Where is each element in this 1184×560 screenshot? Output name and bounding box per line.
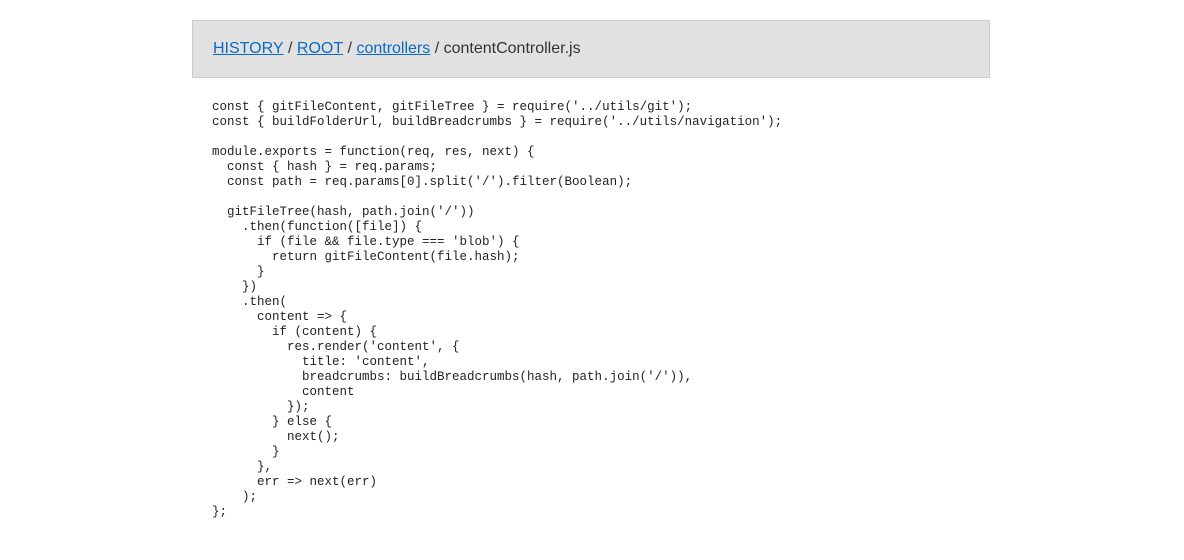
code-line: ); [212,490,258,504]
code-line: content => { [212,310,348,324]
code-line: .then( [212,295,288,309]
code-line: return gitFileContent(file.hash); [212,250,520,264]
code-line: gitFileTree(hash, path.join('/')) [212,205,475,219]
code-line: }, [212,460,273,474]
code-line: module.exports = function(req, res, next… [212,145,535,159]
breadcrumb: HISTORY / ROOT / controllers / contentCo… [192,20,990,78]
breadcrumb-separator: / [343,40,357,57]
code-line: }) [212,280,258,294]
code-line: title: 'content', [212,355,430,369]
breadcrumb-link-history[interactable]: HISTORY [213,40,284,58]
code-line: res.render('content', { [212,340,460,354]
code-line: const { buildFolderUrl, buildBreadcrumbs… [212,115,783,129]
code-line: err => next(err) [212,475,378,489]
breadcrumb-link-controllers[interactable]: controllers [356,40,430,58]
code-line: .then(function([file]) { [212,220,423,234]
file-content-code: const { gitFileContent, gitFileTree } = … [212,100,782,520]
code-line: const path = req.params[0].split('/').fi… [212,175,633,189]
breadcrumb-separator: / [430,40,444,57]
code-line: const { hash } = req.params; [212,160,438,174]
code-line: next(); [212,430,340,444]
breadcrumb-separator: / [283,40,297,57]
code-line: if (content) { [212,325,378,339]
code-line: } else { [212,415,333,429]
code-line: const { gitFileContent, gitFileTree } = … [212,100,693,114]
breadcrumb-link-root[interactable]: ROOT [297,40,343,58]
code-line: }; [212,505,228,519]
code-line: breadcrumbs: buildBreadcrumbs(hash, path… [212,370,693,384]
code-line: } [212,445,280,459]
code-line: if (file && file.type === 'blob') { [212,235,520,249]
code-line: content [212,385,355,399]
code-line: }); [212,400,310,414]
breadcrumb-current-file: contentController.js [443,40,581,57]
code-line: } [212,265,265,279]
